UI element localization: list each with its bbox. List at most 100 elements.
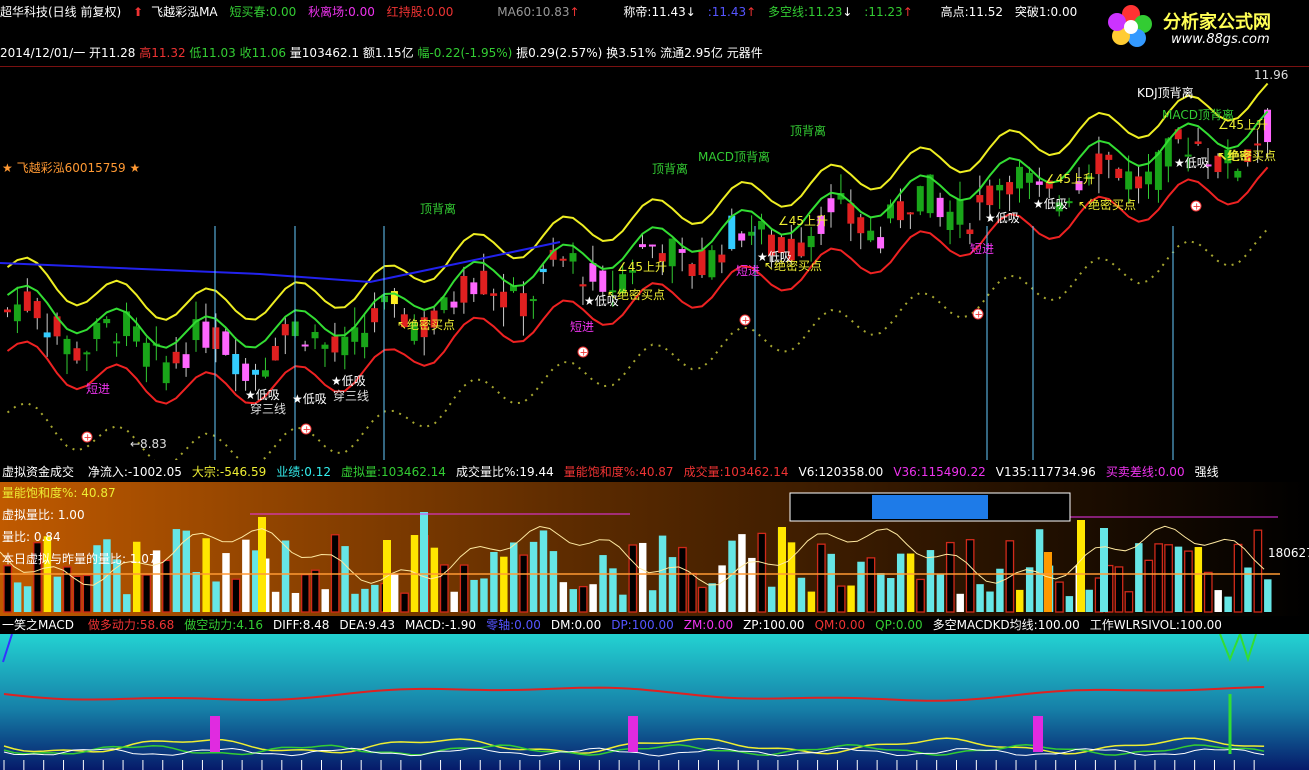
indicator-item: MACD:-1.90 — [405, 618, 476, 632]
indicator-item: V36:115490.22 — [893, 465, 985, 479]
indicator-item-value: 117734.96 — [1030, 465, 1096, 479]
volume-bar — [787, 542, 796, 612]
volume-bar — [400, 592, 409, 613]
indicator-item-label: 成交量: — [683, 465, 724, 479]
indicator-item-label: 业绩: — [276, 465, 305, 479]
sub2-title[interactable]: 一笑之MACD — [2, 618, 74, 632]
candle-body — [827, 198, 835, 213]
indicator-item-value: 120358.00 — [818, 465, 884, 479]
macd-chart[interactable] — [0, 634, 1309, 770]
volume-bar — [836, 585, 846, 613]
sub1-title[interactable]: 虚拟资金成交 — [2, 465, 74, 479]
chart-annotation: ∠45上升 — [778, 214, 829, 228]
quote-close: 收11.06 — [239, 46, 286, 60]
candle-body — [182, 354, 190, 368]
indicator-name[interactable]: 飞越彩泓MA — [151, 2, 218, 22]
indicator-item-value: 8.48 — [302, 618, 330, 632]
high-price-label: 11.96 — [1254, 68, 1289, 82]
volume-bar — [748, 557, 756, 612]
header-item-label: 突破1: — [1014, 5, 1051, 19]
volume-bar — [857, 561, 865, 612]
volume-overlay-text: 虚拟量比: 1.00 — [2, 508, 85, 522]
candle-body — [361, 332, 369, 348]
candle-body — [599, 270, 607, 292]
quote-open: 开11.28 — [89, 46, 136, 60]
candle-body — [539, 268, 547, 273]
quote-turnover: 换3.51% — [606, 46, 657, 60]
indicator-item-label: DIFF: — [272, 618, 303, 632]
volume-right-value: 180627 — [1268, 546, 1309, 560]
indicator-item-label: 做多动力: — [87, 618, 140, 632]
candle-body — [1016, 166, 1023, 189]
candle-body — [668, 238, 676, 267]
candle-body — [519, 293, 527, 317]
volume-bar — [599, 555, 607, 612]
volume-bar — [341, 546, 349, 612]
indicator-item: DEA:9.43 — [339, 618, 395, 632]
volume-bar — [628, 544, 638, 613]
flower-logo-icon — [1108, 5, 1152, 47]
stock-title[interactable]: 超华科技(日线 前复权) — [0, 2, 121, 22]
candle-body — [1105, 154, 1113, 160]
volume-bar — [529, 541, 538, 612]
header-item-label: 红持股: — [386, 5, 427, 19]
candle-body — [341, 336, 349, 356]
macd-bar — [628, 716, 638, 752]
volume-bar — [668, 557, 677, 612]
indicator-item-label: 做空动力: — [184, 618, 237, 632]
indicator-item-value: 0.00 — [838, 618, 866, 632]
candle-body — [906, 212, 914, 215]
candle-body — [261, 370, 269, 377]
candle-body — [490, 293, 498, 296]
volume-bar — [906, 553, 915, 612]
candle-body — [916, 186, 924, 212]
quote-unit: 元器件 — [726, 46, 763, 60]
chart-annotation: 短进 — [970, 242, 995, 256]
indicator-item: V6:120358.00 — [799, 465, 884, 479]
volume-bar — [361, 588, 369, 612]
header-item-value: 0.00 — [348, 5, 375, 19]
candle-body — [63, 338, 71, 355]
volume-bar — [778, 527, 786, 612]
volume-bar — [222, 553, 230, 612]
volume-bar — [202, 538, 210, 612]
candle-body — [648, 244, 656, 247]
volume-bar — [53, 576, 62, 612]
volume-bar — [945, 541, 955, 613]
chart-annotation: 短进 — [86, 382, 111, 396]
volume-bar — [877, 573, 885, 612]
candle-body — [202, 321, 210, 348]
indicator-item: ZP:100.00 — [743, 618, 805, 632]
volume-indicator-bar: 虚拟资金成交 净流入:-1002.05 大宗:-546.59 业绩:0.12 虚拟量:… — [0, 462, 1309, 482]
volume-bar — [390, 573, 399, 612]
macd-indicator-bar: 一笑之MACD 做多动力:58.68 做空动力:4.16 DIFF:8.48 DEA:… — [0, 616, 1309, 634]
indicator-item-label: 多空MACDKD均线: — [932, 618, 1038, 632]
indicator-item-value: -1.90 — [445, 618, 477, 632]
indicator-header: 超华科技(日线 前复权) ⬆ 飞越彩泓MA 短买春:0.00 秋离场:0.00 红… — [0, 2, 1085, 22]
volume-bar — [351, 593, 359, 612]
indicator-item: 成交量比%:19.44 — [456, 465, 554, 479]
candle-body — [589, 263, 597, 282]
indicator-item: 做空动力:4.16 — [184, 618, 263, 632]
volume-bar — [1264, 579, 1272, 612]
volume-bar — [13, 582, 22, 612]
indicator-item-value: 9.43 — [368, 618, 395, 632]
volume-bar — [1077, 520, 1085, 612]
indicator-item-value: 115490.22 — [920, 465, 986, 479]
volume-bar — [1203, 571, 1213, 613]
volume-bar — [916, 578, 925, 613]
volume-bar — [1233, 543, 1243, 613]
volume-bar — [258, 517, 266, 612]
volume-bar — [976, 584, 984, 612]
indicator-item-label: 买卖差线: — [1105, 465, 1158, 479]
candle-body — [797, 242, 805, 257]
candle-body — [232, 354, 240, 375]
up-arrow-icon: ↑ — [746, 5, 757, 19]
volume-bar — [1085, 589, 1093, 612]
volume-bar — [549, 551, 558, 612]
candle-body — [43, 332, 51, 338]
indicator-item-value: 40.87 — [639, 465, 674, 479]
volume-chart[interactable] — [0, 482, 1309, 616]
candle-body — [936, 197, 944, 218]
star-icon: ★ — [2, 161, 17, 175]
